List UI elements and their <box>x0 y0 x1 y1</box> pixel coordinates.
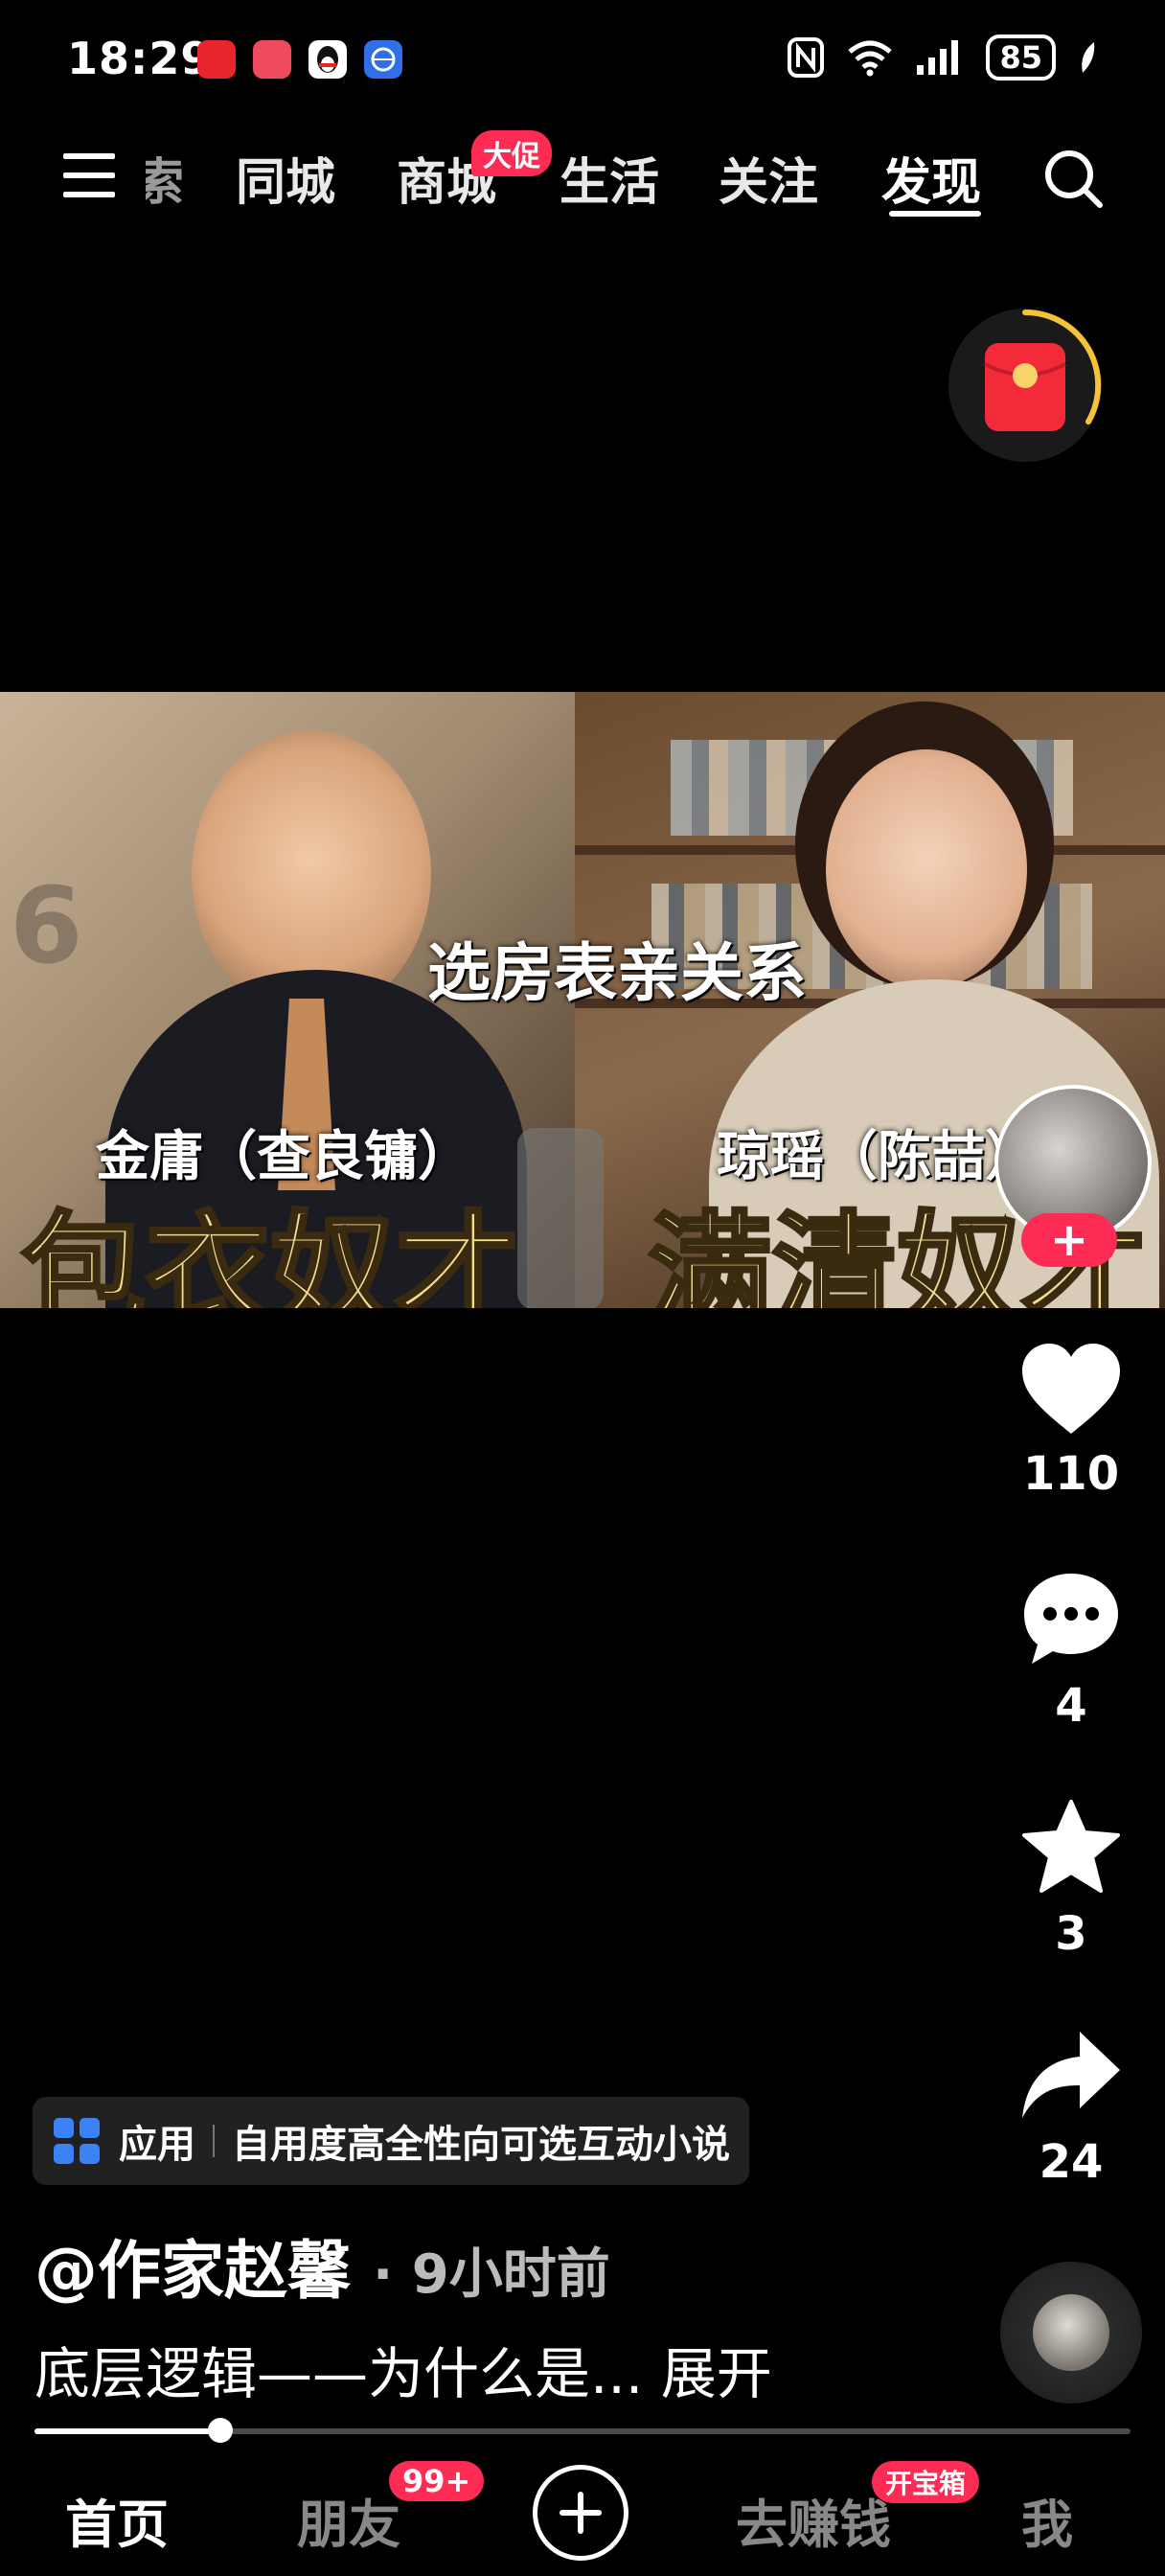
post-author-line: @作家赵馨 · 9小时前 <box>34 2220 610 2312</box>
charging-leaf-icon <box>1082 42 1095 73</box>
app-tag-type: 应用 <box>119 2123 195 2167</box>
caption-text: 底层逻辑——为什么是... <box>34 2341 644 2406</box>
nav-item-guanzhu[interactable]: 关注 <box>719 142 818 214</box>
video-frame[interactable]: 6 选房表亲关系 金庸（查良镛） 琼瑶（陈喆） 包衣奴才 满清奴才 <box>0 692 1165 1308</box>
follow-button[interactable]: + <box>1021 1213 1117 1267</box>
video-left-label: 包衣奴才 <box>19 1197 521 1308</box>
nav-item-shenghuo[interactable]: 生活 <box>560 142 659 214</box>
author-name[interactable]: @作家赵馨 <box>34 2234 351 2308</box>
notification-app-icon-heart <box>253 40 291 79</box>
video-overlay-title: 选房表亲关系 <box>427 936 807 1010</box>
nfc-icon <box>788 37 825 78</box>
battery-indicator: 85 <box>986 34 1056 80</box>
red-packet-widget[interactable] <box>948 309 1102 462</box>
plus-icon <box>560 2492 602 2534</box>
tab-earn[interactable]: 去赚钱 <box>736 2482 891 2558</box>
notification-app-icon-browser <box>364 40 402 79</box>
play-indicator-icon <box>517 1128 604 1308</box>
nav-promo-badge: 大促 <box>471 130 552 176</box>
comment-icon <box>1024 1574 1118 1664</box>
post-caption: 底层逻辑——为什么是... 展开 <box>34 2329 772 2409</box>
like-action[interactable]: 110 <box>1004 1342 1138 1501</box>
share-count: 24 <box>1039 2135 1104 2189</box>
app-tag-divider <box>213 2125 215 2157</box>
share-action[interactable]: 24 <box>1004 2026 1138 2189</box>
star-icon <box>1022 1800 1120 1893</box>
share-arrow-icon <box>1022 2032 1120 2118</box>
tab-home[interactable]: 首页 <box>65 2482 169 2558</box>
heart-icon <box>1022 1344 1120 1434</box>
menu-icon[interactable] <box>63 150 115 201</box>
playback-progress-bar[interactable] <box>34 2418 1131 2443</box>
person-right-head <box>826 749 1027 989</box>
top-nav: 索 同城 商城 大促 生活 关注 发现 <box>0 130 1165 220</box>
wifi-icon <box>848 40 893 77</box>
status-indicators: 85 <box>787 34 1098 80</box>
tab-me[interactable]: 我 <box>1021 2482 1073 2558</box>
nav-active-underline <box>889 211 981 217</box>
nav-item-faded: 索 <box>146 154 184 209</box>
status-time: 18:29 <box>67 33 213 84</box>
earn-badge: 开宝箱 <box>872 2461 980 2503</box>
nav-item-tongcheng[interactable]: 同城 <box>236 142 335 214</box>
app-tag[interactable]: 应用 自用度高全性向可选互动小说 <box>33 2097 749 2185</box>
create-button[interactable] <box>533 2465 628 2561</box>
playback-progress-knob[interactable] <box>208 2418 234 2443</box>
app-tag-title: 自用度高全性向可选互动小说 <box>232 2123 730 2167</box>
comment-action[interactable]: 4 <box>1004 1570 1138 1733</box>
like-count: 110 <box>1022 1447 1120 1501</box>
favorite-count: 3 <box>1055 1907 1087 1961</box>
nav-item-faxian[interactable]: 发现 <box>881 142 981 214</box>
expand-link[interactable]: 展开 <box>661 2341 772 2406</box>
tab-friends[interactable]: 朋友 <box>297 2482 400 2558</box>
friends-badge: 99+ <box>389 2461 485 2501</box>
search-icon[interactable] <box>1040 146 1108 213</box>
background-clock-digit: 6 <box>10 864 83 987</box>
notification-app-icon-shopping <box>197 40 236 79</box>
music-disc-cover <box>1033 2294 1109 2371</box>
playback-progress-fill <box>34 2428 221 2434</box>
app-grid-icon <box>54 2118 100 2164</box>
bottom-tab-bar: 首页 朋友 99+ 去赚钱 开宝箱 我 <box>0 2453 1165 2576</box>
comment-count: 4 <box>1055 1679 1087 1733</box>
signal-icon <box>917 40 959 75</box>
post-time: · 9小时前 <box>372 2243 610 2306</box>
music-disc[interactable] <box>1000 2262 1142 2404</box>
notification-app-icon-qq <box>308 40 347 79</box>
favorite-action[interactable]: 3 <box>1004 1798 1138 1961</box>
